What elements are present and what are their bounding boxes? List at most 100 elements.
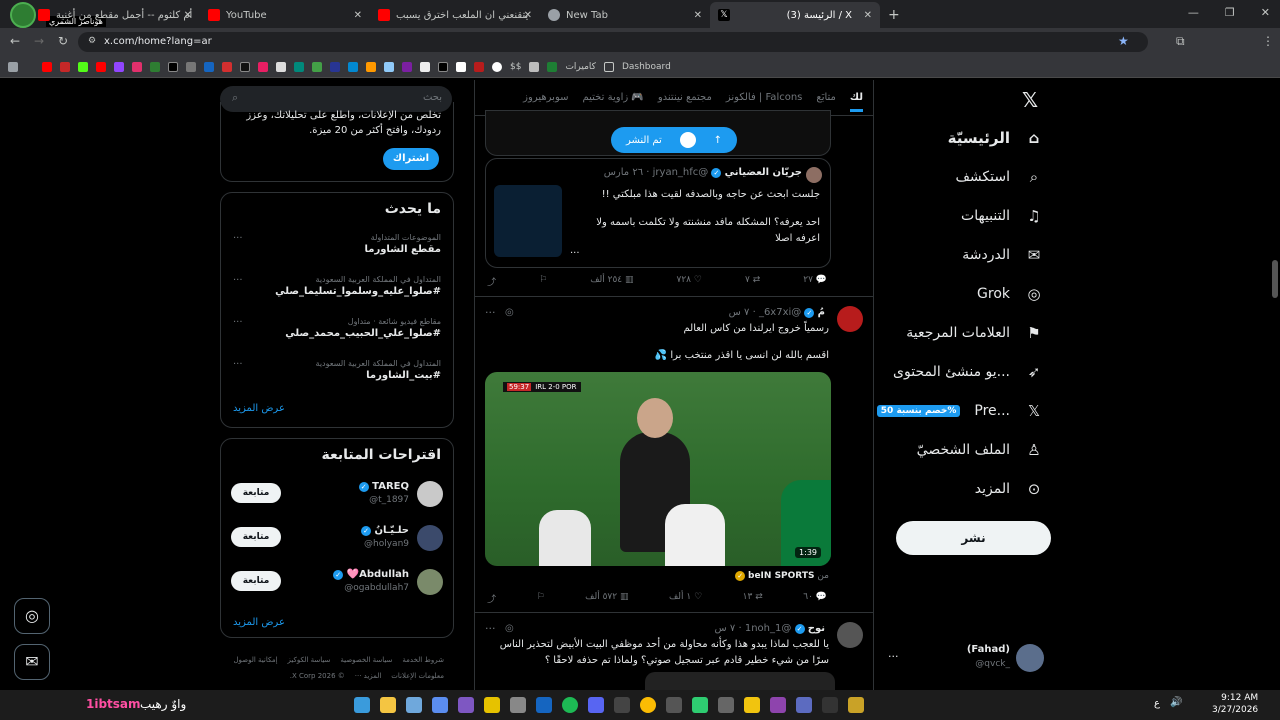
footer-link[interactable]: شروط الخدمة: [402, 652, 444, 668]
reply-button[interactable]: 💬 ٢٧: [803, 275, 827, 288]
bookmark-black-icon[interactable]: [438, 61, 448, 72]
tab-umm-kulthum[interactable]: أم كلثوم -- أجمل مقطع من أغنية ✕: [30, 2, 200, 28]
bookmark-green-icon[interactable]: [150, 61, 160, 72]
show-more-link[interactable]: عرض المزيد: [233, 403, 285, 414]
app-icon[interactable]: [510, 697, 526, 713]
show-more-link[interactable]: عرض المزيد: [233, 617, 285, 628]
footer-link[interactable]: سياسة الكوكيز: [288, 652, 331, 668]
app-icon[interactable]: [432, 697, 448, 713]
tab-superheroes[interactable]: سوبرهيروز: [523, 92, 568, 103]
media-thumb[interactable]: [494, 185, 562, 257]
follow-suggestion[interactable]: TAREQ ✓ @t_1897 متابعة: [221, 479, 453, 513]
close-window-button[interactable]: ✕: [1261, 6, 1270, 19]
bookmark-b-icon[interactable]: [456, 61, 466, 72]
tab-gaming-corner[interactable]: زاوية تختيم 🎮: [582, 92, 643, 103]
tab-nintendo[interactable]: مجتمع نينتندو: [658, 92, 712, 103]
file-explorer-icon[interactable]: [380, 697, 396, 713]
language-indicator[interactable]: ع: [1154, 698, 1160, 709]
bookmark-purple-icon[interactable]: [402, 61, 412, 72]
bookmark-excel-icon[interactable]: [547, 61, 558, 72]
app-icon[interactable]: [770, 697, 786, 713]
close-icon[interactable]: ✕: [184, 10, 192, 21]
bookmark-blue-icon[interactable]: [204, 61, 214, 72]
bookmark-button[interactable]: ⚐: [537, 592, 545, 605]
nav-notifications[interactable]: ♫ التنبيهات: [961, 206, 1044, 226]
footer-link[interactable]: معلومات الإعلانات: [391, 668, 444, 684]
app-icon[interactable]: [848, 697, 864, 713]
bookmark-doc-icon[interactable]: [529, 61, 540, 72]
messages-float-button[interactable]: ✉: [14, 644, 50, 680]
bookmark-x-icon[interactable]: [168, 61, 178, 72]
more-dots-icon[interactable]: ···: [233, 275, 243, 286]
avatar[interactable]: [837, 306, 863, 332]
bookmark-instagram-icon[interactable]: [132, 61, 142, 72]
bookmark-amazon-icon[interactable]: [366, 61, 376, 72]
bookmark-lime-icon[interactable]: [312, 61, 322, 72]
menu-icon[interactable]: ⋮: [1262, 34, 1274, 48]
bookmark-dollar[interactable]: $$: [510, 62, 521, 72]
footer-link[interactable]: سياسة الخصوصية: [340, 652, 392, 668]
reload-icon[interactable]: ↻: [58, 34, 68, 48]
bookmark-tiktok-icon[interactable]: [240, 61, 250, 72]
app-icon[interactable]: [796, 697, 812, 713]
footer-link[interactable]: المزيد ···: [355, 668, 382, 684]
app-icon[interactable]: [718, 697, 734, 713]
bookmark-white2-icon[interactable]: [420, 61, 430, 72]
more-dots-icon[interactable]: ···: [485, 306, 496, 319]
windows-start-icon[interactable]: [354, 697, 370, 713]
nav-creator[interactable]: ➶ ...يو منشئ المحتوى: [893, 362, 1044, 382]
maximize-button[interactable]: ❐: [1225, 6, 1235, 19]
more-dots-icon[interactable]: ···: [233, 233, 243, 244]
app-icon[interactable]: [614, 697, 630, 713]
share-button[interactable]: ⤴: [487, 275, 496, 288]
app-icon[interactable]: [822, 697, 838, 713]
taskbar-user-label-2[interactable]: واوٌ رهيب: [140, 697, 186, 711]
extensions-icon[interactable]: ⧉: [1176, 34, 1185, 49]
app-icon[interactable]: [744, 697, 760, 713]
app-icon[interactable]: [666, 697, 682, 713]
bookmark-red2-icon[interactable]: [222, 61, 232, 72]
trend-item[interactable]: المتداول في المملكة العربية السعودية #صل…: [233, 275, 441, 297]
nav-profile[interactable]: ♙ الملف الشخصيّ: [917, 440, 1044, 460]
bookmark-youtube-icon[interactable]: [42, 61, 52, 72]
bookmark-cameras[interactable]: كاميرات: [565, 62, 596, 72]
chrome-icon[interactable]: [640, 697, 656, 713]
tab-youtube[interactable]: YouTube ✕: [200, 2, 370, 28]
trend-item[interactable]: مقاطع فيديو شائعة · متداول #صلوا_علي_الح…: [233, 317, 441, 339]
reply-button[interactable]: 💬 ٦٠: [803, 592, 827, 605]
minimize-button[interactable]: —: [1188, 6, 1199, 19]
more-dots-icon[interactable]: ···: [233, 359, 243, 370]
back-icon[interactable]: ←: [10, 34, 20, 48]
views-button[interactable]: ▥ ٥٧٢ ألف: [585, 592, 628, 605]
follow-button[interactable]: متابعة: [231, 527, 281, 547]
tab-for-you[interactable]: لك: [849, 92, 863, 112]
tab-following[interactable]: متابَع: [816, 92, 836, 103]
follow-button[interactable]: متابعة: [231, 571, 281, 591]
bookmark-navy-icon[interactable]: [330, 61, 340, 72]
taskbar-user-label[interactable]: 1ibtsam: [86, 697, 141, 711]
app-icon[interactable]: [536, 697, 552, 713]
apps-icon[interactable]: [8, 61, 18, 72]
grok-icon[interactable]: ◎: [505, 623, 514, 634]
tab-stadium-video[interactable]: يتقنعني ان الملعب اخترق يسبب ✕: [370, 2, 540, 28]
page-scrollbar[interactable]: [1272, 260, 1278, 298]
forward-icon[interactable]: →: [34, 34, 44, 48]
nav-explore[interactable]: ⌕ استكشف: [955, 167, 1044, 187]
bookmark-star-icon[interactable]: ★: [1118, 34, 1129, 48]
close-icon[interactable]: ✕: [524, 10, 532, 21]
avatar[interactable]: [837, 622, 863, 648]
app-icon[interactable]: [692, 697, 708, 713]
account-switcher[interactable]: (Fahad) @qvck_ ···: [884, 642, 1050, 678]
bookmark-gray-icon[interactable]: [186, 61, 196, 72]
bookmark-teal-icon[interactable]: [294, 61, 304, 72]
repost-button[interactable]: ⇄ ٧: [745, 275, 760, 288]
bookmark-google-icon[interactable]: [492, 61, 502, 72]
views-button[interactable]: ▥ ٢٥٤ ألف: [590, 275, 633, 288]
grok-float-button[interactable]: ◎: [14, 598, 50, 634]
spotify-icon[interactable]: [562, 697, 578, 713]
clock[interactable]: 9:12 AM 3/27/2026: [1212, 692, 1258, 716]
bookmark-youtube-icon[interactable]: [96, 61, 106, 72]
discord-icon[interactable]: [588, 697, 604, 713]
close-icon[interactable]: ✕: [694, 10, 702, 21]
nav-premium[interactable]: 𝕏 ...Pre %خصم بنسبة 50: [876, 401, 1044, 421]
